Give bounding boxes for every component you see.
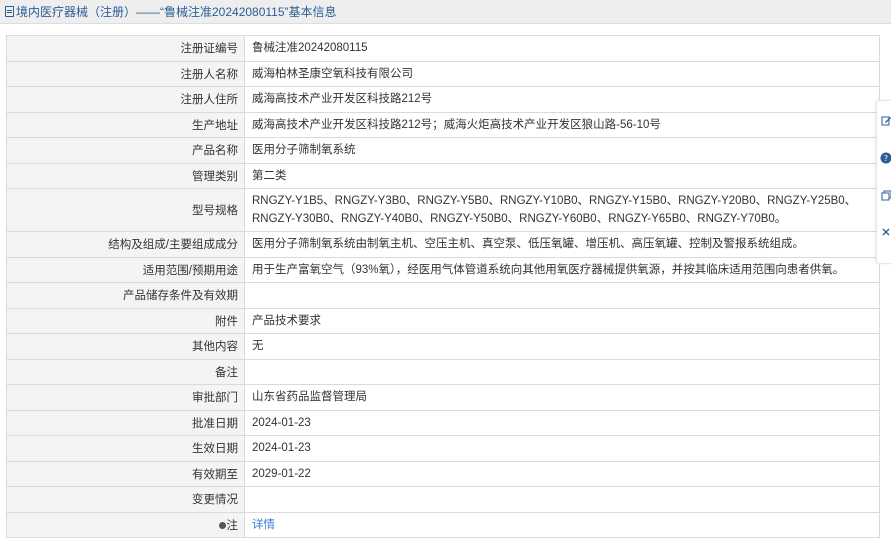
- table-row: 有效期至 2029-01-22: [6, 460, 880, 487]
- row-value: 威海柏林圣康空氧科技有限公司: [244, 60, 880, 87]
- table-row: 其他内容 无: [6, 333, 880, 360]
- copy-icon[interactable]: [880, 188, 891, 202]
- row-label: 生效日期: [6, 435, 245, 462]
- row-label: 注册人名称: [6, 60, 245, 87]
- row-label: 注册人住所: [6, 86, 245, 113]
- close-icon[interactable]: [880, 225, 891, 239]
- table-row: 注册人名称 威海柏林圣康空氧科技有限公司: [6, 60, 880, 87]
- table-row: 注册证编号 鲁械注准20242080115: [6, 35, 880, 62]
- note-label-cell: 注: [6, 511, 245, 538]
- note-label: 注: [226, 519, 239, 532]
- row-value: 第二类: [244, 162, 880, 189]
- table-row: 注册人住所 威海高技术产业开发区科技路212号: [6, 86, 880, 113]
- table-row: 审批部门 山东省药品监督管理局: [6, 384, 880, 411]
- row-label: 审批部门: [6, 384, 245, 411]
- row-value: 产品技术要求: [244, 307, 880, 334]
- row-value: 用于生产富氧空气（93%氧），经医用气体管道系统向其他用氧医疗器械提供氧源，并按…: [244, 256, 880, 283]
- row-label: 适用范围/预期用途: [6, 256, 245, 283]
- table-row: 管理类别 第二类: [6, 162, 880, 189]
- row-label: 批准日期: [6, 409, 245, 436]
- row-value: 2029-01-22: [244, 460, 880, 487]
- row-label: 结构及组成/主要组成成分: [6, 231, 245, 258]
- page-title: 境内医疗器械（注册）——“鲁械注准20242080115”基本信息: [16, 5, 337, 19]
- table-row: 型号规格 RNGZY-Y1B5、RNGZY-Y3B0、RNGZY-Y5B0、RN…: [6, 188, 880, 232]
- row-value: 医用分子筛制氧系统由制氧主机、空压主机、真空泵、低压氧罐、增压机、高压氧罐、控制…: [244, 231, 880, 258]
- page-header: 境内医疗器械（注册）——“鲁械注准20242080115”基本信息: [0, 0, 891, 24]
- edit-icon[interactable]: [880, 113, 891, 127]
- row-label: 变更情况: [6, 486, 245, 513]
- details-link[interactable]: 详情: [252, 519, 275, 531]
- row-value: [244, 282, 880, 309]
- row-label: 注册证编号: [6, 35, 245, 62]
- row-value: 威海高技术产业开发区科技路212号；威海火炬高技术产业开发区狼山路-56-10号: [244, 111, 880, 138]
- row-value: 无: [244, 333, 880, 360]
- table-row: 批准日期 2024-01-23: [6, 409, 880, 436]
- note-value-cell: 详情: [244, 511, 880, 538]
- row-label: 产品储存条件及有效期: [6, 282, 245, 309]
- floating-toolbar: ?: [876, 100, 891, 264]
- row-value: [244, 486, 880, 513]
- row-value: 医用分子筛制氧系统: [244, 137, 880, 164]
- row-value: 2024-01-23: [244, 435, 880, 462]
- table-row-note: 注 详情: [6, 511, 880, 538]
- row-label: 备注: [6, 358, 245, 385]
- row-value: 威海高技术产业开发区科技路212号: [244, 86, 880, 113]
- table-row: 生产地址 威海高技术产业开发区科技路212号；威海火炬高技术产业开发区狼山路-5…: [6, 111, 880, 138]
- table-row: 变更情况: [6, 486, 880, 513]
- document-icon: [5, 6, 14, 17]
- row-label: 附件: [6, 307, 245, 334]
- table-row: 适用范围/预期用途 用于生产富氧空气（93%氧），经医用气体管道系统向其他用氧医…: [6, 256, 880, 283]
- row-label: 生产地址: [6, 111, 245, 138]
- table-row: 产品名称 医用分子筛制氧系统: [6, 137, 880, 164]
- row-label: 管理类别: [6, 162, 245, 189]
- svg-text:?: ?: [884, 154, 888, 163]
- row-value: 山东省药品监督管理局: [244, 384, 880, 411]
- table-row: 结构及组成/主要组成成分 医用分子筛制氧系统由制氧主机、空压主机、真空泵、低压氧…: [6, 231, 880, 258]
- row-value: [244, 358, 880, 385]
- row-label: 型号规格: [6, 188, 245, 232]
- table-row: 生效日期 2024-01-23: [6, 435, 880, 462]
- row-label: 产品名称: [6, 137, 245, 164]
- table-row: 备注: [6, 358, 880, 385]
- info-table: 注册证编号 鲁械注准20242080115 注册人名称 威海柏林圣康空氧科技有限…: [6, 35, 880, 538]
- row-label: 有效期至: [6, 460, 245, 487]
- help-icon[interactable]: ?: [880, 151, 891, 165]
- row-value: 2024-01-23: [244, 409, 880, 436]
- row-label: 其他内容: [6, 333, 245, 360]
- pin-icon: [218, 521, 226, 529]
- row-value: RNGZY-Y1B5、RNGZY-Y3B0、RNGZY-Y5B0、RNGZY-Y…: [244, 188, 880, 232]
- row-value: 鲁械注准20242080115: [244, 35, 880, 62]
- table-row: 附件 产品技术要求: [6, 307, 880, 334]
- table-row: 产品储存条件及有效期: [6, 282, 880, 309]
- info-table-container: 注册证编号 鲁械注准20242080115 注册人名称 威海柏林圣康空氧科技有限…: [6, 35, 880, 538]
